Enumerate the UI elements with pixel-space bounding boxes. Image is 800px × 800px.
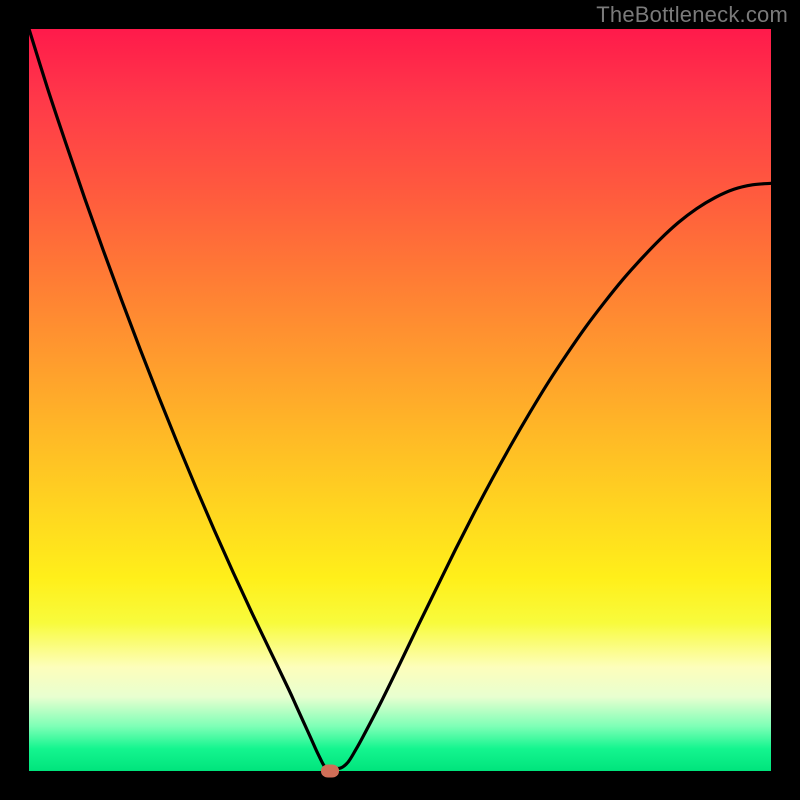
- chart-frame: TheBottleneck.com: [0, 0, 800, 800]
- plot-area: [29, 29, 771, 771]
- watermark-text: TheBottleneck.com: [596, 2, 788, 28]
- bottleneck-curve: [29, 29, 771, 769]
- minimum-marker: [321, 765, 339, 778]
- curve-svg: [29, 29, 771, 771]
